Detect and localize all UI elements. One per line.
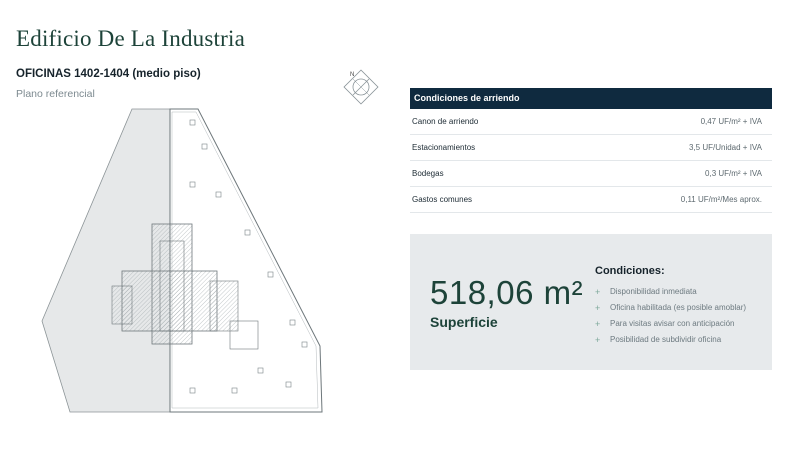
plan-caption: Plano referencial	[16, 88, 95, 100]
area-label: Superficie	[430, 314, 498, 330]
list-item: + Disponibilidad inmediata	[595, 284, 746, 300]
condition-text: Posibilidad de subdividir oficina	[610, 335, 722, 344]
plus-icon: +	[595, 287, 601, 297]
plus-icon: +	[595, 303, 601, 313]
row-label: Estacionamientos	[412, 143, 476, 152]
plus-icon: +	[595, 335, 601, 345]
page-title: Edificio De La Industria	[16, 26, 245, 51]
floor-plan-drawing	[41, 108, 323, 413]
list-item: + Oficina habilitada (es posible amoblar)	[595, 300, 746, 316]
condition-text: Oficina habilitada (es posible amoblar)	[610, 303, 747, 312]
list-item: + Para visitas avisar con anticipación	[595, 316, 746, 332]
north-compass-icon: N	[343, 69, 379, 105]
summary-box: 518,06 m² Superficie Condiciones: + Dispo…	[410, 234, 772, 370]
compass-north-label: N	[350, 72, 354, 78]
list-item: + Posibilidad de subdividir oficina	[595, 332, 746, 348]
office-subtitle: OFICINAS 1402-1404 (medio piso)	[16, 68, 201, 80]
conditions-table-header: Condiciones de arriendo	[410, 88, 772, 109]
conditions-title: Condiciones:	[595, 265, 665, 277]
conditions-table: Condiciones de arriendo Canon de arriend…	[410, 88, 772, 213]
area-value: 518,06 m²	[430, 274, 584, 311]
row-label: Bodegas	[412, 169, 444, 178]
table-row: Bodegas 0,3 UF/m² + IVA	[410, 161, 772, 187]
row-label: Canon de arriendo	[412, 117, 479, 126]
row-label: Gastos comunes	[412, 195, 473, 204]
condition-text: Disponibilidad inmediata	[610, 287, 697, 296]
condition-text: Para visitas avisar con anticipación	[610, 319, 735, 328]
row-value: 0,3 UF/m² + IVA	[705, 169, 762, 178]
row-value: 3,5 UF/Unidad + IVA	[689, 143, 762, 152]
row-value: 0,47 UF/m² + IVA	[700, 117, 762, 126]
table-row: Gastos comunes 0,11 UF/m²/Mes aprox.	[410, 187, 772, 213]
plus-icon: +	[595, 319, 601, 329]
table-row: Canon de arriendo 0,47 UF/m² + IVA	[410, 109, 772, 135]
conditions-list: + Disponibilidad inmediata + Oficina habil…	[595, 284, 746, 348]
row-value: 0,11 UF/m²/Mes aprox.	[680, 195, 762, 204]
table-row: Estacionamientos 3,5 UF/Unidad + IVA	[410, 135, 772, 161]
